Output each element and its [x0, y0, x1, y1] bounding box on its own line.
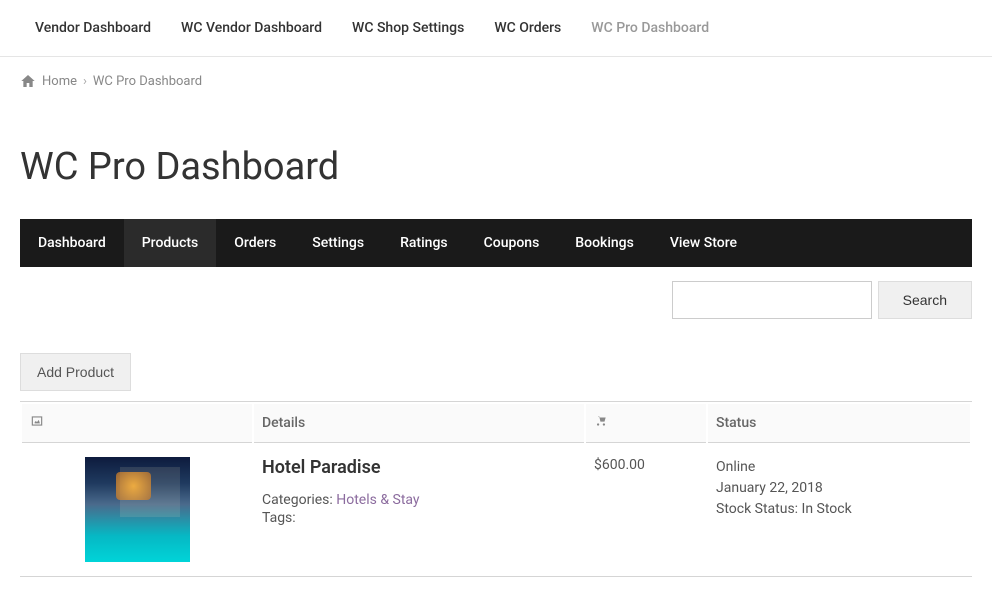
top-navigation: Vendor Dashboard WC Vendor Dashboard WC … — [0, 0, 992, 57]
product-thumbnail[interactable] — [85, 457, 190, 562]
tab-coupons[interactable]: Coupons — [466, 219, 558, 267]
table-header-row: Details Status — [22, 404, 970, 443]
home-icon — [20, 73, 36, 89]
tab-ratings[interactable]: Ratings — [382, 219, 466, 267]
breadcrumb: Home › WC Pro Dashboard — [0, 57, 992, 105]
tab-dashboard[interactable]: Dashboard — [20, 219, 124, 267]
header-details: Details — [254, 404, 584, 443]
product-price: $600.00 — [594, 457, 645, 473]
dashboard-tabs: Dashboard Products Orders Settings Ratin… — [20, 219, 972, 267]
search-button[interactable]: Search — [878, 281, 972, 319]
table-row: Hotel Paradise Categories: Hotels & Stay… — [22, 445, 970, 574]
tab-view-store[interactable]: View Store — [652, 219, 755, 267]
breadcrumb-home-link[interactable]: Home — [42, 74, 77, 89]
nav-vendor-dashboard[interactable]: Vendor Dashboard — [20, 0, 166, 56]
category-link[interactable]: Hotels & Stay — [336, 492, 419, 508]
search-row: Search — [0, 267, 992, 333]
tab-products[interactable]: Products — [124, 219, 217, 267]
status-date: January 22, 2018 — [716, 478, 962, 499]
tab-orders[interactable]: Orders — [216, 219, 294, 267]
tags-prefix: Tags: — [262, 510, 296, 526]
product-title[interactable]: Hotel Paradise — [262, 457, 576, 478]
add-product-button[interactable]: Add Product — [20, 353, 131, 391]
status-stock: Stock Status: In Stock — [716, 499, 962, 520]
tab-settings[interactable]: Settings — [294, 219, 382, 267]
status-online: Online — [716, 457, 962, 478]
page-title: WC Pro Dashboard — [0, 105, 992, 219]
image-icon — [30, 414, 44, 428]
breadcrumb-current: WC Pro Dashboard — [93, 74, 202, 89]
product-categories: Categories: Hotels & Stay — [262, 492, 576, 508]
header-status: Status — [708, 404, 970, 443]
nav-wc-orders[interactable]: WC Orders — [479, 0, 576, 56]
product-tags: Tags: — [262, 510, 576, 526]
breadcrumb-separator: › — [83, 74, 87, 89]
nav-wc-vendor-dashboard[interactable]: WC Vendor Dashboard — [166, 0, 337, 56]
cart-icon — [594, 414, 608, 428]
search-input[interactable] — [672, 281, 872, 319]
nav-wc-shop-settings[interactable]: WC Shop Settings — [337, 0, 479, 56]
product-status: Online January 22, 2018 Stock Status: In… — [716, 457, 962, 520]
categories-prefix: Categories: — [262, 492, 336, 508]
products-table: Details Status Hotel Paradise Categories… — [20, 401, 972, 577]
header-image — [22, 404, 252, 443]
nav-wc-pro-dashboard[interactable]: WC Pro Dashboard — [576, 0, 724, 56]
header-price — [586, 404, 706, 443]
tab-bookings[interactable]: Bookings — [557, 219, 652, 267]
